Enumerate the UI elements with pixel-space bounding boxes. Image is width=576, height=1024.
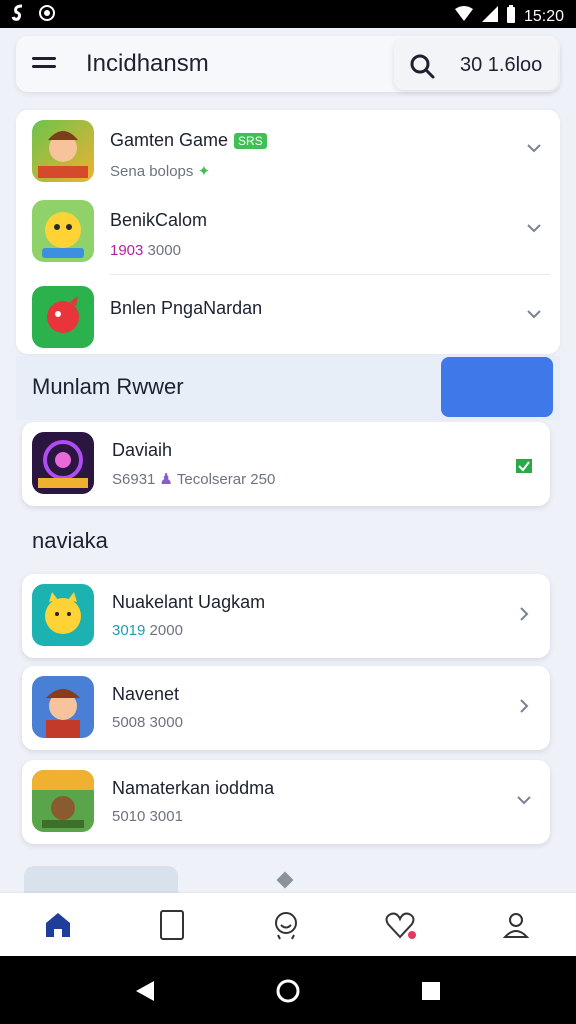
list-item-title: BenikCalom (110, 210, 208, 230)
chevron-down-icon[interactable] (526, 140, 542, 156)
nav-home[interactable] (38, 905, 78, 945)
sprout-icon: ✦ (197, 163, 211, 180)
list-item[interactable]: Bnlen PngaNardan (16, 276, 560, 356)
card-subtitle: 5010 3001 (112, 808, 183, 825)
list-item[interactable]: BenikCalom 1903 3000 (16, 190, 560, 270)
app-s-icon (10, 4, 28, 27)
section-title: Munlam Rwwer (32, 374, 184, 399)
game-icon (32, 432, 94, 494)
card-title: Nuakelant Uagkam (112, 592, 266, 612)
user-icon: ♟ (159, 471, 173, 488)
status-time: 15:20 (523, 7, 564, 25)
battery-icon (506, 5, 516, 28)
check-icon[interactable] (516, 458, 532, 474)
system-navigation-bar (0, 956, 576, 1024)
game-icon (32, 286, 94, 348)
list-item[interactable]: Gamten Game SRS Sena bolops ✦ (16, 110, 560, 190)
bottom-navigation (0, 893, 576, 956)
back-button[interactable] (132, 978, 158, 1004)
card-subtitle: S6931 ♟ Tecolserar 250 (112, 471, 276, 488)
app-title: Incidhansm (86, 50, 209, 77)
recents-icon (422, 982, 440, 1000)
wifi-icon (454, 6, 474, 27)
list-item-title: Gamten Game SRS (110, 130, 267, 151)
game-icon (32, 120, 94, 182)
game-icon (32, 584, 94, 646)
game-icon (32, 200, 94, 262)
smiley-icon (275, 912, 297, 940)
search-text: 30 1.6loo (460, 54, 543, 76)
action-button[interactable] (441, 357, 553, 417)
tablet-icon (160, 910, 184, 940)
card-subtitle: 5008 3000 (112, 714, 183, 731)
chevron-right-icon[interactable] (516, 606, 532, 622)
status-right: 15:20 (454, 5, 564, 28)
card-title: Daviaih (112, 440, 173, 460)
signal-icon (481, 6, 498, 27)
app-bar: Incidhansm 30 1.6loo (16, 36, 560, 92)
hamburger-menu-icon[interactable] (32, 54, 56, 74)
card-title: Namaterkan ioddma (112, 778, 275, 798)
card-subtitle: 3019 2000 (112, 622, 183, 639)
recents-button[interactable] (418, 978, 444, 1004)
chevron-right-icon[interactable] (516, 698, 532, 714)
scroll-indicator-icon (276, 871, 294, 889)
record-icon (38, 4, 56, 27)
section-title: naviaka (32, 528, 108, 553)
new-badge: SRS (234, 133, 267, 150)
list-card[interactable]: Navenet 5008 3000 (22, 666, 550, 750)
divider (110, 274, 550, 275)
profile-icon (502, 913, 530, 938)
game-icon (32, 676, 94, 738)
nav-profile[interactable] (496, 905, 536, 945)
list-card[interactable]: Namaterkan ioddma 5010 3001 (22, 760, 550, 844)
chevron-down-icon[interactable] (526, 220, 542, 236)
list-item-subtitle: 1903 3000 (110, 242, 181, 259)
list-item-subtitle: Sena bolops ✦ (110, 163, 211, 180)
search-button[interactable]: 30 1.6loo (394, 38, 558, 90)
list-card[interactable]: Nuakelant Uagkam 3019 2000 (22, 574, 550, 658)
featured-card[interactable]: Daviaih S6931 ♟ Tecolserar 250 (22, 422, 550, 506)
back-icon (136, 981, 154, 1001)
chevron-down-icon[interactable] (526, 306, 542, 322)
notification-dot (408, 931, 416, 939)
chevron-down-icon[interactable] (516, 792, 532, 808)
nav-tablet[interactable] (152, 905, 192, 945)
search-icon (410, 54, 435, 79)
home-circle-icon (276, 979, 300, 1003)
home-icon (46, 913, 70, 937)
top-list-panel: Gamten Game SRS Sena bolops ✦ BenikCalom … (16, 110, 560, 354)
list-item-title: Bnlen PngaNardan (110, 298, 263, 318)
status-left (10, 4, 56, 27)
status-bar: 15:20 (0, 0, 576, 28)
nav-favorites[interactable] (380, 905, 420, 945)
nav-explore[interactable] (266, 905, 306, 945)
home-button[interactable] (275, 978, 301, 1004)
game-icon (32, 770, 94, 832)
card-title: Navenet (112, 684, 180, 704)
